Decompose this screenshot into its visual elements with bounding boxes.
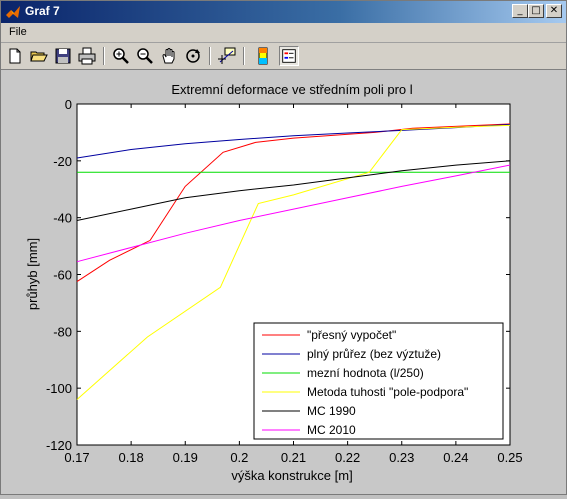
legend-label: mezní hodnota (l/250)	[307, 366, 424, 380]
new-file-icon[interactable]	[5, 46, 25, 66]
legend-label: MC 1990	[307, 404, 356, 418]
x-tick-label: 0.25	[497, 450, 522, 465]
close-button[interactable]: ✕	[546, 4, 562, 18]
legend-label: Metoda tuhosti "pole-podpora"	[307, 385, 468, 399]
title-bar[interactable]: Graf 7 _ □ ✕	[1, 1, 566, 23]
x-tick-label: 0.21	[281, 450, 306, 465]
save-icon[interactable]	[53, 46, 73, 66]
y-tick-label: -80	[53, 324, 72, 339]
x-tick-label: 0.19	[173, 450, 198, 465]
maximize-button[interactable]: □	[528, 4, 544, 18]
y-tick-label: -20	[53, 154, 72, 169]
minimize-button[interactable]: _	[512, 4, 528, 18]
toolbar	[1, 43, 566, 70]
figure-window: Graf 7 _ □ ✕ File Extremní deformace ve …	[0, 0, 567, 495]
colorbar-icon[interactable]	[253, 46, 273, 66]
window-title: Graf 7	[25, 4, 60, 18]
legend-icon[interactable]	[279, 46, 299, 66]
matlab-logo-icon	[6, 6, 20, 18]
legend[interactable]: "přesný vypočet" plný průřez (bez výztuže…	[253, 322, 504, 440]
x-axis-label: výška konstrukce [m]	[231, 468, 352, 483]
y-tick-label: -120	[46, 438, 72, 453]
y-tick-label: -100	[46, 381, 72, 396]
x-tick-label: 0.18	[118, 450, 143, 465]
toolbar-separator	[209, 47, 211, 65]
legend-label: "přesný vypočet"	[307, 328, 396, 342]
rotate-3d-icon[interactable]	[183, 46, 203, 66]
toolbar-separator	[103, 47, 105, 65]
y-tick-label: -60	[53, 268, 72, 283]
open-folder-icon[interactable]	[29, 46, 49, 66]
legend-label: plný průřez (bez výztuže)	[307, 347, 441, 361]
chart: Extremní deformace ve středním poli pro …	[25, 82, 523, 483]
menu-file[interactable]: File	[9, 26, 27, 38]
print-icon[interactable]	[77, 46, 97, 66]
toolbar-separator	[243, 47, 245, 65]
chart-title: Extremní deformace ve středním poli pro …	[171, 82, 412, 97]
zoom-in-icon[interactable]	[111, 46, 131, 66]
legend-label: MC 2010	[307, 423, 356, 437]
figure-canvas: Extremní deformace ve středním poli pro …	[1, 70, 566, 494]
menu-bar: File	[1, 23, 566, 43]
x-tick-label: 0.24	[443, 450, 468, 465]
y-tick-label: -40	[53, 211, 72, 226]
data-cursor-icon[interactable]	[217, 46, 237, 66]
x-tick-label: 0.22	[335, 450, 360, 465]
pan-hand-icon[interactable]	[159, 46, 179, 66]
y-axis-label: průhyb [mm]	[25, 238, 40, 310]
zoom-out-icon[interactable]	[135, 46, 155, 66]
x-tick-label: 0.2	[230, 450, 248, 465]
x-tick-label: 0.23	[389, 450, 414, 465]
y-tick-label: 0	[65, 97, 72, 112]
